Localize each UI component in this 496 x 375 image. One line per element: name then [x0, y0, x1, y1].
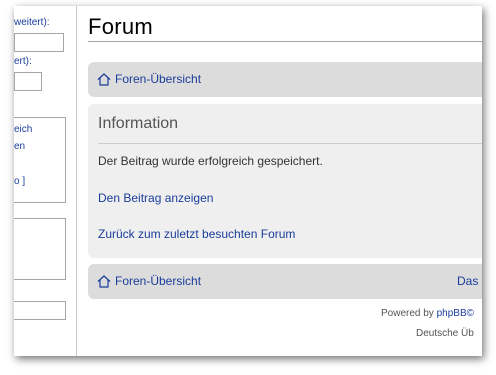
information-divider [98, 143, 482, 144]
sidebar-label-2: ert): [14, 56, 32, 67]
sidebar-label-extended: weitert): [14, 17, 50, 28]
back-to-forum-link[interactable]: Zurück zum zuletzt besuchten Forum [98, 227, 295, 241]
view-post-link[interactable]: Den Beitrag anzeigen [98, 191, 213, 205]
main-content: Forum Foren-Übersicht Information Der Be… [88, 6, 482, 356]
forum-index-link-top[interactable]: Foren-Übersicht [97, 72, 201, 86]
sidebar-input-1[interactable] [14, 33, 64, 52]
success-message: Der Beitrag wurde erfolgreich gespeicher… [98, 154, 323, 168]
home-icon [97, 274, 111, 288]
sidebar-box-links: eich en o ] [14, 117, 66, 203]
information-heading: Information [98, 115, 179, 132]
powered-by-text: Powered by [381, 308, 434, 319]
left-sidebar: weitert): ert): eich en o ] [14, 6, 77, 356]
powered-by-line: Powered by phpBB© [381, 308, 474, 319]
screenshot-stage: weitert): ert): eich en o ] Forum Foren-… [0, 0, 496, 375]
translation-credit: Deutsche Üb [416, 328, 474, 339]
phpbb-link[interactable]: phpBB© [437, 308, 474, 319]
sidebar-link-1[interactable]: eich [14, 124, 32, 135]
title-divider [88, 41, 482, 42]
page-title: Forum [88, 14, 154, 39]
navbar-bottom: Foren-Übersicht Das [88, 264, 482, 299]
browser-viewport: weitert): ert): eich en o ] Forum Foren-… [14, 6, 482, 356]
sidebar-link-3[interactable]: o ] [14, 176, 25, 187]
sidebar-link-2[interactable]: en [14, 141, 25, 152]
navbar-right-link[interactable]: Das [457, 274, 478, 288]
navbar-top: Foren-Übersicht [88, 62, 482, 97]
home-icon [97, 72, 111, 86]
information-panel: Information Der Beitrag wurde erfolgreic… [88, 104, 482, 258]
forum-index-label-top: Foren-Übersicht [115, 72, 202, 86]
forum-index-link-bottom[interactable]: Foren-Übersicht [97, 274, 201, 288]
sidebar-box-2 [14, 218, 66, 280]
sidebar-input-2[interactable] [14, 72, 42, 91]
sidebar-input-3[interactable] [14, 301, 66, 320]
forum-index-label-bottom: Foren-Übersicht [115, 274, 202, 288]
